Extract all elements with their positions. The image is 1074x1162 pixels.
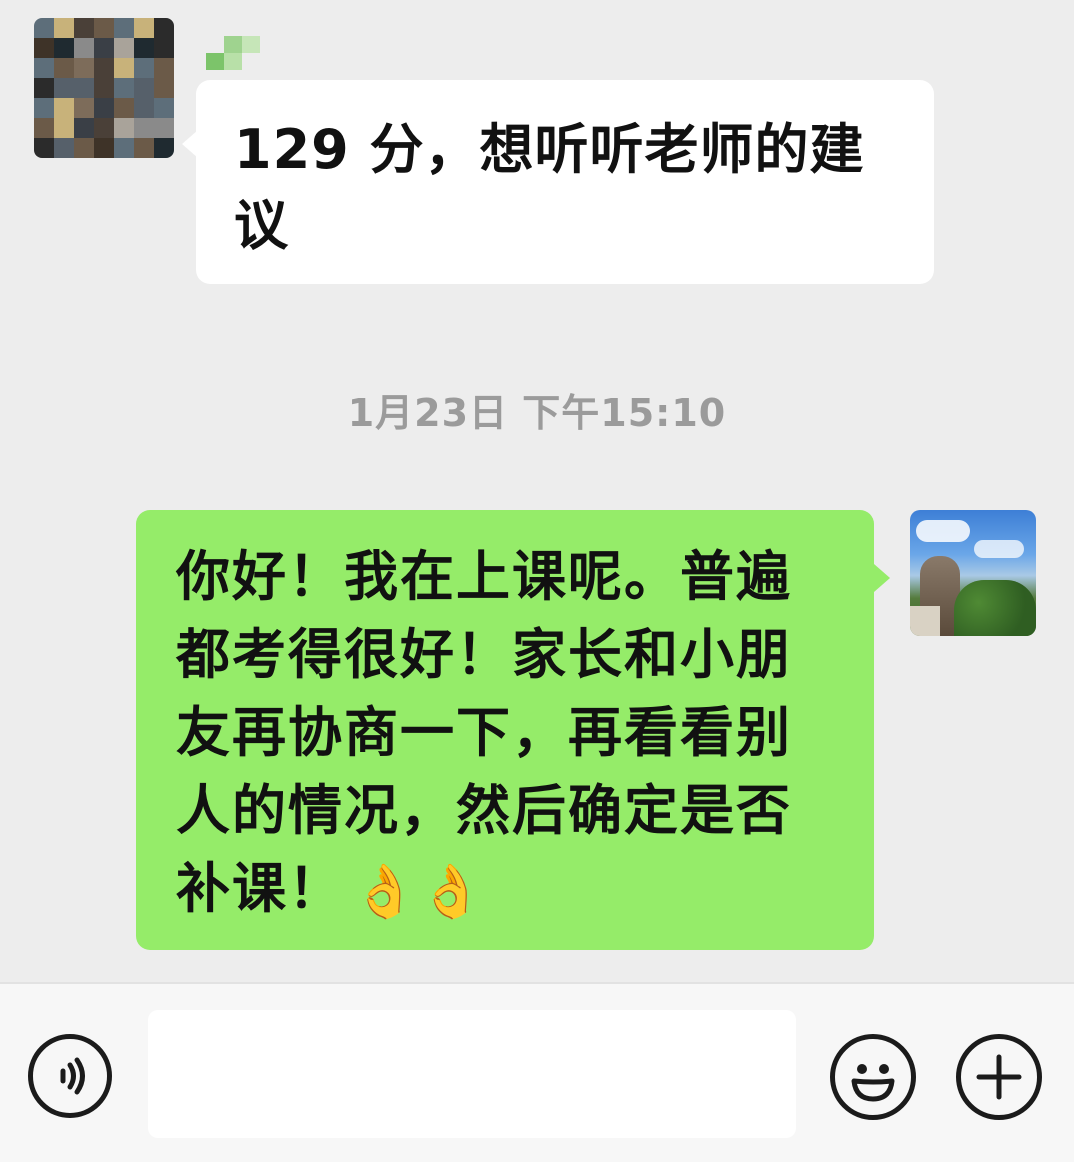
avatar-pixel	[114, 38, 134, 58]
plus-icon	[976, 1054, 1022, 1100]
avatar-pixel	[34, 18, 54, 38]
avatar-pixel	[34, 58, 54, 78]
avatar-pixel	[154, 78, 174, 98]
avatar-pixel	[134, 18, 154, 38]
avatar-pixel	[94, 18, 114, 38]
avatar-pixel	[134, 138, 154, 158]
input-bar	[0, 982, 1074, 1162]
avatar-pixel	[74, 18, 94, 38]
avatar-pixel	[34, 98, 54, 118]
avatar-pixel	[94, 38, 114, 58]
message-input[interactable]	[148, 1010, 796, 1138]
incoming-message-bubble[interactable]: 129 分，想听听老师的建议	[182, 80, 934, 284]
avatar-pixel	[134, 78, 154, 98]
avatar-pixel	[114, 118, 134, 138]
incoming-message-text: 129 分，想听听老师的建议	[234, 118, 865, 257]
avatar-pixel	[154, 38, 174, 58]
avatar-pixel	[54, 18, 74, 38]
nickname-pixel	[206, 36, 224, 53]
avatar-pixel	[94, 118, 114, 138]
chat-area: 129 分，想听听老师的建议 1月23日 下午15:10 你好！我在上课呢。普遍…	[0, 0, 1074, 982]
nickname-pixel	[242, 36, 260, 53]
avatar-pixel	[54, 138, 74, 158]
avatar-pixel	[54, 98, 74, 118]
avatar-pixel	[134, 58, 154, 78]
avatar-pixel	[74, 138, 94, 158]
sender-avatar[interactable]	[34, 18, 174, 158]
avatar-pixel	[114, 138, 134, 158]
avatar-trees	[954, 580, 1036, 636]
voice-icon	[60, 1057, 85, 1095]
avatar-pixel	[154, 98, 174, 118]
sender-nickname-blurred	[206, 36, 260, 70]
avatar-pixel	[114, 58, 134, 78]
avatar-pixel	[94, 138, 114, 158]
avatar-pixel	[94, 58, 114, 78]
nickname-pixel	[224, 53, 242, 70]
avatar-pixel	[114, 78, 134, 98]
avatar-pixel	[114, 18, 134, 38]
avatar-pixel	[134, 118, 154, 138]
avatar-pixel	[74, 58, 94, 78]
avatar-cloud	[974, 540, 1024, 558]
avatar-pixel	[74, 38, 94, 58]
avatar-pixel	[34, 38, 54, 58]
voice-input-button[interactable]	[28, 1034, 112, 1118]
avatar-pixel	[154, 138, 174, 158]
nickname-pixel	[206, 53, 224, 70]
my-avatar[interactable]	[910, 510, 1036, 636]
avatar-pixel	[54, 118, 74, 138]
avatar-building	[910, 606, 940, 636]
avatar-pixel	[34, 118, 54, 138]
avatar-pixel	[74, 78, 94, 98]
avatar-pixel	[34, 138, 54, 158]
avatar-pixel	[94, 98, 114, 118]
more-options-button[interactable]	[956, 1034, 1042, 1120]
outgoing-message-bubble[interactable]: 你好！我在上课呢。普遍都考得很好！家长和小朋友再协商一下，再看看别人的情况，然后…	[136, 510, 890, 950]
message-timestamp: 1月23日 下午15:10	[347, 391, 727, 435]
avatar-pixel	[54, 38, 74, 58]
avatar-pixel	[154, 58, 174, 78]
avatar-pixel	[114, 98, 134, 118]
avatar-pixel	[154, 18, 174, 38]
ok-hand-emoji: 👌👌	[352, 862, 486, 923]
outgoing-message-content: 你好！我在上课呢。普遍都考得很好！家长和小朋友再协商一下，再看看别人的情况，然后…	[176, 538, 844, 928]
avatar-pixel	[134, 38, 154, 58]
avatar-pixel	[134, 98, 154, 118]
avatar-pixel	[74, 98, 94, 118]
avatar-pixel	[154, 118, 174, 138]
avatar-pixel	[34, 78, 54, 98]
avatar-pixel	[54, 78, 74, 98]
avatar-pixel	[94, 78, 114, 98]
nickname-pixel	[242, 53, 260, 70]
avatar-cloud	[916, 520, 970, 542]
emoji-button[interactable]	[830, 1034, 916, 1120]
nickname-pixel	[224, 36, 242, 53]
avatar-pixel	[54, 58, 74, 78]
avatar-pixel	[74, 118, 94, 138]
emoji-icon	[851, 1064, 895, 1102]
